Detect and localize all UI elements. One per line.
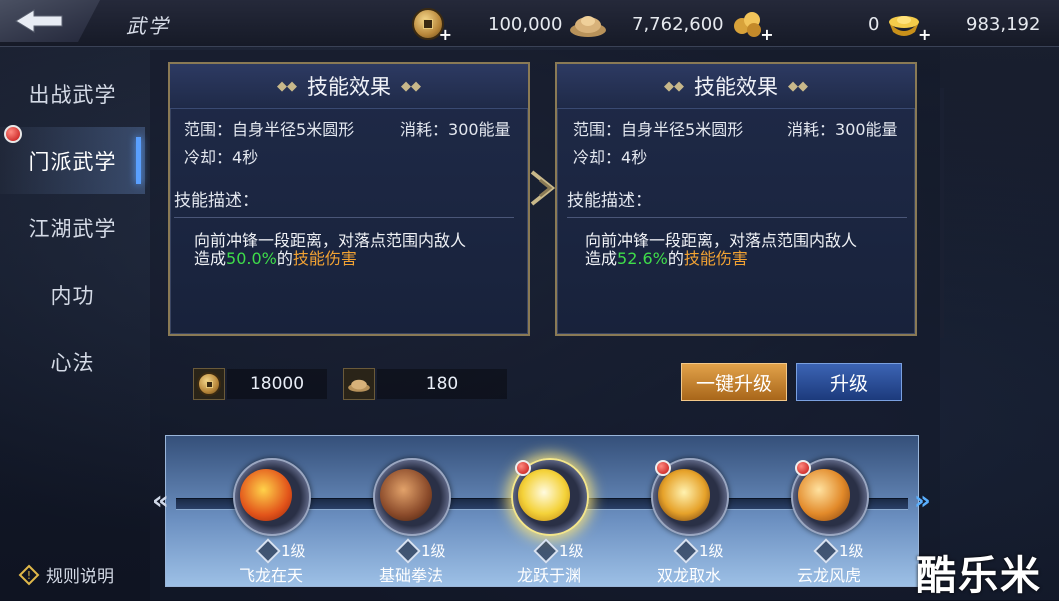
fist-icon: [240, 469, 292, 521]
silver-resource: 100,000: [488, 8, 608, 40]
wrapped-fist-icon: [380, 469, 432, 521]
notification-dot: [795, 460, 811, 476]
skill-effect-card-next: ◆◆ 技能效果 ◆◆ 范围：自身半径5米圆形 消耗：300能量 冷却：4秒 技能描述…: [555, 62, 917, 336]
gold-ingot-resource: 0 +: [868, 8, 931, 45]
level-diamond-icon: [533, 538, 559, 564]
coin-cost: 18000: [193, 368, 327, 400]
chevron-right-icon[interactable]: »: [914, 486, 931, 516]
silver-cost-value: 180: [377, 369, 507, 399]
ornament-icon: ◆◆: [277, 78, 297, 94]
sidebar-item-inner-power[interactable]: 内功: [0, 261, 145, 328]
twin-dragon-icon: [658, 469, 710, 521]
cooldown-row: 冷却：4秒: [184, 148, 259, 167]
top-bar: 武学 + 100,000 7,762,600 + 0 + 983,192: [0, 0, 1059, 47]
rules-link[interactable]: ! 规则说明: [18, 562, 114, 587]
page-title: 武学: [126, 14, 170, 38]
card-header: ◆◆ 技能效果 ◆◆: [557, 64, 915, 109]
skill-item[interactable]: 1级 飞龙在天: [229, 458, 315, 585]
notification-dot: [515, 460, 531, 476]
upgrade-button[interactable]: 升级: [796, 363, 902, 401]
sidebar-item-label: 门派武学: [28, 149, 117, 174]
copper-coin-resource[interactable]: +: [412, 8, 452, 44]
skill-level: 1级: [281, 542, 306, 560]
add-plus-icon[interactable]: +: [439, 25, 452, 44]
arrow-right-icon: [530, 170, 556, 206]
leaping-figure-icon: [518, 469, 570, 521]
desc-title: 技能描述：: [174, 186, 514, 218]
coin-cost-value: 18000: [227, 369, 327, 399]
ornament-icon: ◆◆: [788, 78, 808, 94]
skill-level: 1级: [559, 542, 584, 560]
range-row: 范围：自身半径5米圆形: [184, 120, 355, 139]
skill-item-selected[interactable]: 1级 龙跃于渊: [507, 458, 593, 585]
silver-pile-icon[interactable]: [568, 10, 608, 38]
sidebar: 出战武学 门派武学 江湖武学 内功 心法: [0, 60, 145, 395]
skill-level: 1级: [839, 542, 864, 560]
copper-coin-icon: [193, 368, 225, 400]
silver-pile-icon: [343, 368, 375, 400]
gold-ingot-icon[interactable]: +: [887, 10, 931, 44]
level-diamond-icon: [395, 538, 421, 564]
gold-ingot-amount: 0: [868, 13, 880, 35]
level-diamond-icon: [255, 538, 281, 564]
silver-cost: 180: [343, 368, 507, 400]
notification-dot: [655, 460, 671, 476]
skill-name: 基础拳法: [378, 566, 443, 585]
watermark: 酷乐米: [916, 553, 1042, 599]
skill-name: 飞龙在天: [238, 566, 303, 585]
total-amount: 983,192: [966, 13, 1041, 35]
skill-item[interactable]: 1级 基础拳法: [369, 458, 455, 585]
one-click-upgrade-button[interactable]: 一键升级: [681, 363, 787, 401]
swirl-icon: [798, 469, 850, 521]
cooldown-row: 冷却：4秒: [573, 148, 648, 167]
skill-name: 双龙取水: [656, 566, 721, 585]
cost-row: 消耗：300能量: [400, 120, 511, 139]
ornament-icon: ◆◆: [664, 78, 684, 94]
desc-title: 技能描述：: [567, 186, 907, 218]
skill-strip: « » 1级 飞龙在天 1级 基础拳法 1级 龙跃于渊 1级 双龙取水 1级 云…: [152, 435, 931, 587]
sidebar-item-label: 内功: [50, 283, 95, 308]
sidebar-item-jianghu-skills[interactable]: 江湖武学: [0, 194, 145, 261]
back-arrow-icon: [15, 9, 63, 33]
skill-description: 向前冲锋一段距离，对落点范围内敌人 造成52.6%的技能伤害: [585, 231, 858, 268]
sidebar-item-battle-skills[interactable]: 出战武学: [0, 60, 145, 127]
skill-item[interactable]: 1级 云龙风虎: [787, 458, 873, 585]
skill-description: 向前冲锋一段距离，对落点范围内敌人 造成50.0%的技能伤害: [194, 231, 467, 268]
sidebar-item-label: 出战武学: [28, 82, 117, 107]
gold-nugget-icon[interactable]: +: [732, 10, 774, 44]
chevron-left-icon[interactable]: «: [152, 486, 169, 516]
sidebar-item-label: 心法: [50, 350, 95, 375]
add-plus-icon[interactable]: +: [760, 25, 773, 44]
sidebar-item-sect-skills[interactable]: 门派武学: [0, 125, 145, 194]
ornament-icon: ◆◆: [401, 78, 421, 94]
level-diamond-icon: [673, 538, 699, 564]
skill-item[interactable]: 1级 双龙取水: [647, 458, 733, 585]
notification-dot: [4, 125, 22, 143]
warning-icon: !: [18, 564, 40, 585]
cost-row: 消耗：300能量: [787, 120, 898, 139]
add-plus-icon[interactable]: +: [918, 25, 931, 44]
scrollbar[interactable]: [940, 88, 944, 338]
svg-text:!: !: [27, 569, 31, 582]
card-header: ◆◆ 技能效果 ◆◆: [170, 64, 528, 109]
level-diamond-icon: [813, 538, 839, 564]
skill-effect-card-current: ◆◆ 技能效果 ◆◆ 范围：自身半径5米圆形 消耗：300能量 冷却：4秒 技能描述…: [168, 62, 530, 336]
silver-amount: 100,000: [488, 13, 563, 35]
back-button[interactable]: [0, 0, 100, 42]
range-row: 范围：自身半径5米圆形: [573, 120, 744, 139]
sidebar-item-mind-method[interactable]: 心法: [0, 328, 145, 395]
gold-nugget-resource: 7,762,600 +: [632, 8, 774, 44]
rules-label: 规则说明: [46, 567, 114, 587]
copper-coin-icon: +: [412, 8, 452, 44]
gold-nugget-amount: 7,762,600: [632, 13, 724, 35]
skill-level: 1级: [421, 542, 446, 560]
skill-name: 龙跃于渊: [516, 566, 581, 585]
total-resource: 983,192: [966, 8, 1040, 40]
skill-level: 1级: [699, 542, 724, 560]
skill-name: 云龙风虎: [796, 566, 861, 585]
sidebar-item-label: 江湖武学: [28, 216, 117, 241]
